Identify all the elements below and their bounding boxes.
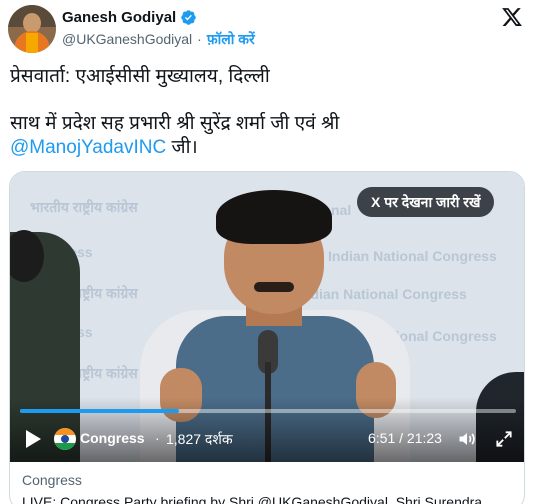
author-handle[interactable]: @UKGaneshGodiyal — [62, 31, 192, 47]
card-meta[interactable]: Congress LIVE: Congress Party briefing b… — [10, 462, 524, 504]
view-count: 1,827 दर्शक — [166, 431, 233, 447]
video-controls: Congress · 1,827 दर्शक 6:51 / 21:23 — [10, 397, 524, 462]
avatar[interactable] — [8, 5, 56, 53]
video-time: 6:51 / 21:23 — [368, 430, 442, 446]
watermark-hindi: भारतीय राष्ट्रीय कांग्रेस — [30, 199, 138, 215]
control-row: Congress · 1,827 दर्शक 6:51 / 21:23 — [10, 425, 524, 453]
author-handle-row: @UKGaneshGodiyal · फ़ॉलो करें — [62, 29, 255, 49]
x-logo-icon[interactable] — [501, 6, 523, 28]
progress-fill — [20, 409, 179, 413]
mention-link[interactable]: @ManojYadavINC — [10, 137, 166, 158]
tweet-header: Ganesh Godiyal @UKGaneshGodiyal · फ़ॉलो … — [0, 0, 553, 58]
volume-icon[interactable] — [457, 429, 477, 449]
verified-badge-icon — [181, 9, 196, 25]
tweet-text-line-3: @ManojYadavINC जी। — [10, 135, 198, 160]
progress-bar[interactable] — [20, 409, 516, 413]
author-name-row: Ganesh Godiyal — [62, 6, 197, 28]
tweet-text-line-1: प्रेसवार्ता: एआईसीसी मुख्यालय, दिल्ली — [10, 66, 270, 87]
congress-logo-icon — [54, 428, 76, 450]
follow-button[interactable]: फ़ॉलो करें — [207, 30, 255, 49]
channel-name[interactable]: Congress — [80, 430, 145, 446]
tweet-text-suffix: जी। — [166, 137, 198, 158]
card-title: LIVE: Congress Party briefing by Shri @U… — [22, 494, 483, 504]
watch-on-x-button[interactable]: X पर देखना जारी रखें — [357, 187, 495, 217]
video-player[interactable]: भारतीय राष्ट्रीय कांग्रेस National Congr… — [10, 172, 524, 462]
fullscreen-icon[interactable] — [494, 429, 514, 449]
play-icon[interactable] — [24, 429, 42, 449]
separator-dot: · — [155, 430, 160, 446]
author-name[interactable]: Ganesh Godiyal — [62, 9, 176, 26]
card-source: Congress — [22, 472, 82, 488]
tweet-text-line-2: साथ में प्रदेश सह प्रभारी श्री सुरेंद्र … — [10, 113, 340, 134]
separator-dot: · — [197, 31, 202, 47]
video-card[interactable]: भारतीय राष्ट्रीय कांग्रेस National Congr… — [9, 171, 525, 504]
